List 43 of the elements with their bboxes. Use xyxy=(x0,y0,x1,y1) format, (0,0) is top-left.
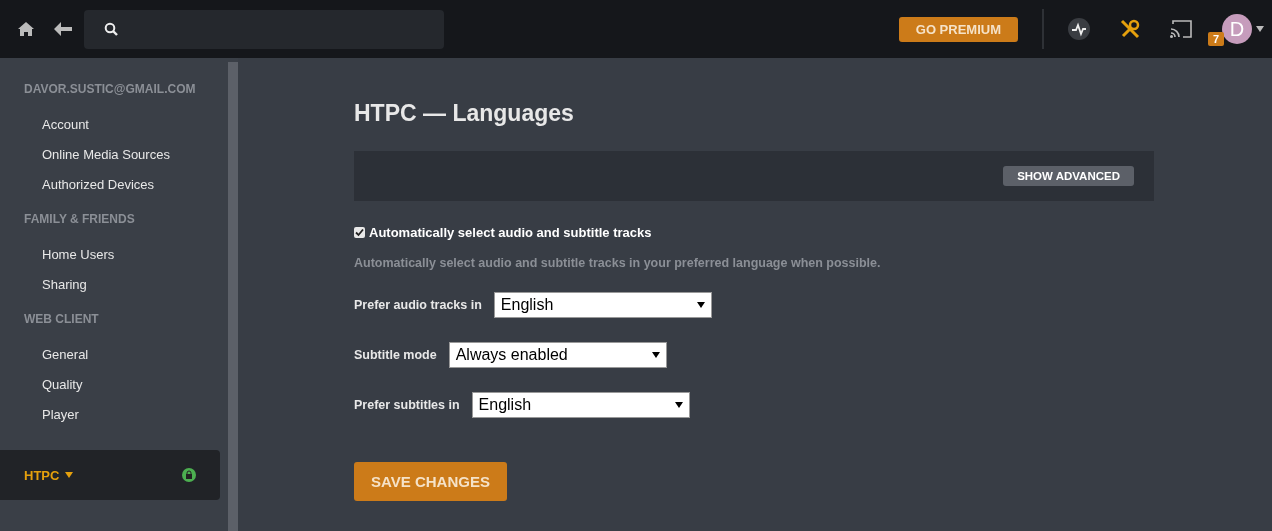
pulse-icon xyxy=(1068,18,1090,40)
page-title: HTPC — Languages xyxy=(354,100,575,127)
section-heading: DAVOR.SUSTIC@GMAIL.COM xyxy=(23,82,197,96)
caret-icon xyxy=(696,302,705,308)
server-item[interactable]: HTPC xyxy=(0,450,220,500)
notification-badge: 7 xyxy=(1208,32,1225,46)
tools-icon xyxy=(1120,19,1140,39)
sidebar-item[interactable]: Online Media Sources xyxy=(0,140,228,170)
dropdown[interactable]: English xyxy=(471,392,690,418)
sidebar-item[interactable]: Home Users xyxy=(0,240,228,270)
sidebar-item[interactable]: Account xyxy=(0,110,228,140)
sidebar-item[interactable]: General xyxy=(0,340,228,370)
settings-button[interactable] xyxy=(1120,19,1140,39)
cast-button[interactable] xyxy=(1170,20,1192,38)
search-icon xyxy=(104,22,118,36)
activity-button[interactable] xyxy=(1068,18,1090,40)
section-heading: WEB CLIENT xyxy=(23,312,100,326)
field-label: Prefer audio tracks in xyxy=(354,298,482,312)
dropdown[interactable]: Always enabled xyxy=(448,342,667,368)
search-field[interactable] xyxy=(84,9,444,49)
sidebar-item[interactable]: Authorized Devices xyxy=(0,170,228,200)
server-name: HTPC xyxy=(24,467,60,483)
caret-icon xyxy=(674,402,683,408)
home-icon xyxy=(18,22,34,36)
dropdown[interactable]: English xyxy=(493,292,712,318)
sidebar-item[interactable]: Player xyxy=(0,400,228,430)
home-button[interactable] xyxy=(18,22,34,36)
caret-icon xyxy=(1256,26,1264,32)
cast-icon xyxy=(1170,20,1192,38)
caret-icon xyxy=(65,472,74,478)
caret-icon xyxy=(651,352,660,358)
sidebar-item[interactable]: Sharing xyxy=(0,270,228,300)
checkbox[interactable] xyxy=(354,227,365,238)
checkbox-label: Automatically select audio and subtitle tracks xyxy=(369,225,652,240)
show-advanced-button[interactable]: SHOW ADVANCED xyxy=(1003,166,1134,186)
back-arrow-icon xyxy=(54,22,72,36)
section-heading: FAMILY & FRIENDS xyxy=(23,212,136,226)
hint-text: Automatically select audio and subtitle tracks in your preferred language when possible. xyxy=(354,256,882,270)
field-label: Subtitle mode xyxy=(354,348,437,362)
back-button[interactable] xyxy=(54,22,72,36)
field-label: Prefer subtitles in xyxy=(354,398,460,412)
sidebar-item[interactable]: Quality xyxy=(0,370,228,400)
scrollbar[interactable] xyxy=(228,62,238,531)
